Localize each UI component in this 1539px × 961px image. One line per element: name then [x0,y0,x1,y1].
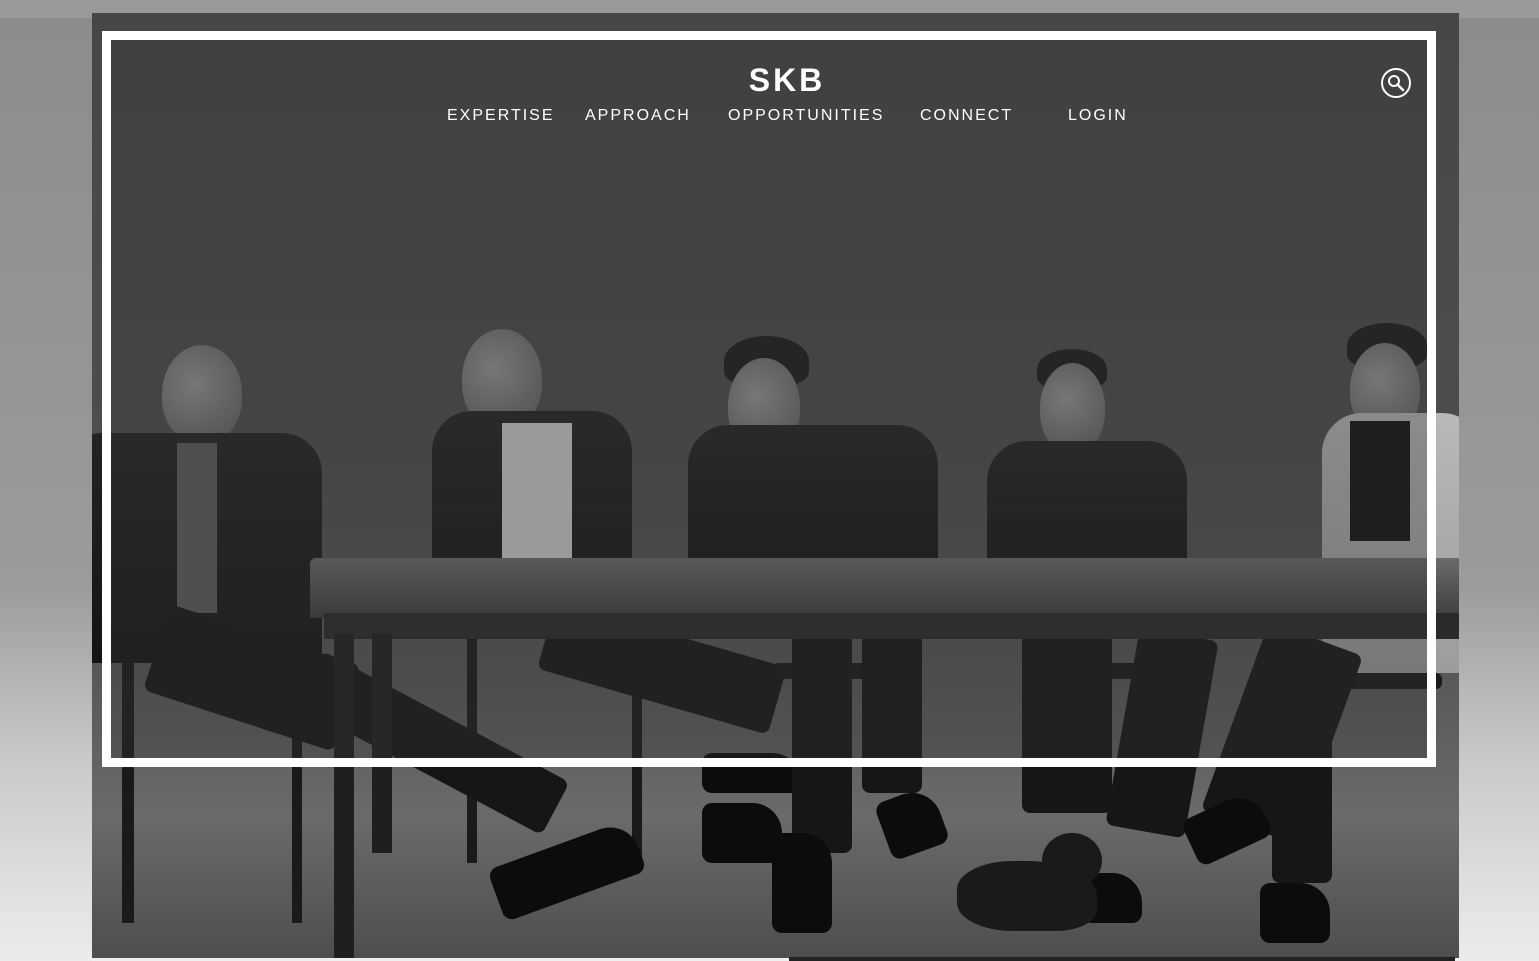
nav-connect[interactable]: CONNECT [920,106,1013,126]
search-icon [1388,75,1405,92]
nav-approach[interactable]: APPROACH [585,106,691,126]
bottom-bar [789,957,1455,961]
search-button[interactable] [1381,68,1411,98]
nav-expertise[interactable]: EXPERTISE [447,106,555,126]
backdrop-right [1459,18,1539,961]
page: SKB EXPERTISE APPROACH OPPORTUNITIES CON… [0,0,1539,961]
nav-login[interactable]: LOGIN [1068,106,1128,126]
backdrop-left [0,18,92,961]
hero-photo [92,13,1459,958]
table-apron [324,613,1459,639]
nav-opportunities[interactable]: OPPORTUNITIES [728,106,884,126]
table-top [310,558,1459,618]
main-nav: EXPERTISE APPROACH OPPORTUNITIES CONNECT… [0,106,1539,126]
site-logo[interactable]: SKB [739,64,835,96]
